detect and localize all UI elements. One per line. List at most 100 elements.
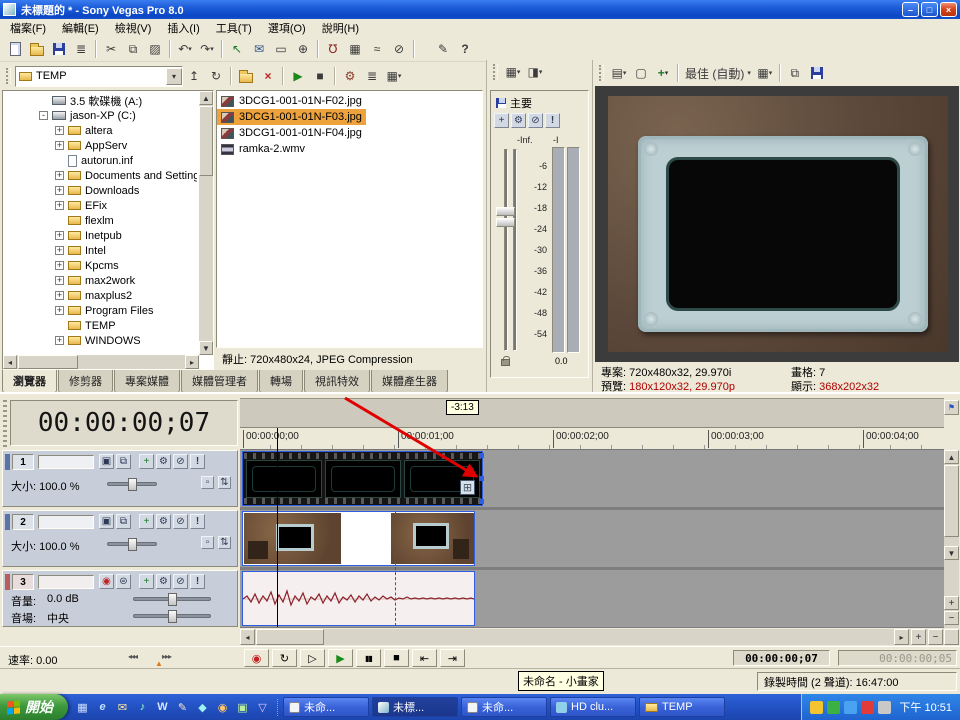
track-arrange-button[interactable]: ⇅	[218, 536, 231, 549]
zoom-in-time-button[interactable]: +	[911, 629, 926, 645]
marker-bar[interactable]	[240, 398, 944, 428]
start-preview-button[interactable]: ▶	[287, 66, 309, 87]
scroll-left-button[interactable]: ◂	[3, 355, 17, 369]
collapse-box[interactable]: -	[39, 111, 48, 120]
file-row[interactable]: 3DCG1-001-01N-F02.jpg	[217, 93, 366, 109]
mute-button[interactable]: ⊘	[528, 113, 543, 128]
menu-file[interactable]: 檔案(F)	[2, 18, 54, 38]
tree-item-folder[interactable]: +Program Files	[3, 303, 197, 318]
taskbar-button-paint-2[interactable]: 未命...	[461, 697, 547, 717]
project-properties-button[interactable]: ≣	[70, 39, 92, 60]
quantize-to-frames-button[interactable]: ▦	[344, 39, 366, 60]
tree-item-drive-a[interactable]: 3.5 軟碟機 (A:)	[3, 93, 197, 108]
marker-tool-button[interactable]: ⚑	[944, 400, 959, 415]
start-button[interactable]: 開始	[0, 694, 68, 720]
expand-box[interactable]: +	[55, 201, 64, 210]
panel-grip[interactable]	[6, 68, 11, 84]
track-fx-button[interactable]: ⚙	[156, 574, 171, 589]
tree-item-folder[interactable]: +EFix	[3, 198, 197, 213]
fader-groove-left[interactable]	[504, 149, 508, 351]
media-properties-button[interactable]: ≣	[361, 66, 383, 87]
address-combobox[interactable]: TEMP ▾	[15, 66, 183, 87]
menu-insert[interactable]: 插入(I)	[159, 18, 207, 38]
solo-button[interactable]: !	[545, 113, 560, 128]
redo-button[interactable]: ↷▾	[196, 39, 218, 60]
menu-tools[interactable]: 工具(T)	[208, 18, 260, 38]
stop-preview-button[interactable]: ■	[309, 66, 331, 87]
tray-icon-antivirus[interactable]	[827, 701, 840, 714]
record-button[interactable]: ◉	[244, 649, 269, 667]
play-button[interactable]: ▶	[328, 649, 353, 667]
new-folder-button[interactable]	[235, 66, 257, 87]
save-button[interactable]	[48, 39, 70, 60]
app-shortcut-icon[interactable]: ▽	[254, 699, 271, 716]
insert-fx-button[interactable]: ◨▾	[524, 62, 546, 83]
slider-handle[interactable]	[168, 610, 177, 623]
mute-button[interactable]: ⊘	[173, 514, 188, 529]
expand-box[interactable]: +	[55, 126, 64, 135]
app-shortcut-icon[interactable]: ▣	[234, 699, 251, 716]
tree-item-folder[interactable]: TEMP	[3, 318, 197, 333]
tree-item-folder[interactable]: +AppServ	[3, 138, 197, 153]
track-header-3[interactable]: 3 ◉ ⊜ + ⚙ ⊘ ! 音量: 0.0 dB 音場: 中央	[2, 570, 238, 627]
event-trim-handle[interactable]	[479, 499, 484, 504]
taskbar-button-temp-folder[interactable]: TEMP	[639, 697, 725, 717]
tree-item-folder[interactable]: +altera	[3, 123, 197, 138]
tray-icon-network[interactable]	[844, 701, 857, 714]
shuttle-left-icon[interactable]: ◂◂◂	[128, 652, 137, 661]
zoom-out-time-button[interactable]: −	[928, 629, 943, 645]
menu-edit[interactable]: 編輯(E)	[54, 18, 107, 38]
scroll-thumb[interactable]	[18, 355, 78, 369]
scroll-thumb[interactable]	[199, 106, 213, 176]
tree-item-folder[interactable]: +maxplus2	[3, 288, 197, 303]
tray-icon-ime[interactable]	[810, 701, 823, 714]
tray-icon-volume[interactable]	[878, 701, 891, 714]
word-icon[interactable]: W	[154, 699, 171, 716]
shuttle-marker-icon[interactable]: ▲	[155, 659, 163, 668]
tab-media-generators[interactable]: 媒體產生器	[371, 370, 448, 393]
go-to-start-button[interactable]: ⇤	[412, 649, 437, 667]
tree-item-folder[interactable]: +Intel	[3, 243, 197, 258]
mail-icon[interactable]: ✉	[114, 699, 131, 716]
expand-box[interactable]: +	[55, 291, 64, 300]
fader-groove-right[interactable]	[513, 149, 517, 351]
tree-item-folder[interactable]: +Documents and Setting	[3, 168, 197, 183]
tree-item-folder[interactable]: +Kpcms	[3, 258, 197, 273]
scroll-right-button[interactable]: ▸	[894, 629, 909, 645]
file-row-selected[interactable]: 3DCG1-001-01N-F03.jpg	[217, 109, 366, 125]
menu-help[interactable]: 說明(H)	[314, 18, 367, 38]
scroll-down-button[interactable]: ▼	[199, 341, 213, 355]
track-motion-button[interactable]: ▣	[99, 514, 114, 529]
expand-box[interactable]: +	[55, 231, 64, 240]
go-to-end-button[interactable]: ⇥	[440, 649, 465, 667]
firefox-icon[interactable]: ◉	[214, 699, 231, 716]
automation-button[interactable]: +	[139, 514, 154, 529]
event-trim-handle[interactable]	[479, 476, 484, 481]
track-header-2[interactable]: 2 ▣ ⧉ + ⚙ ⊘ ! 大小: 100.0 % ▫ ⇅	[2, 510, 238, 567]
paint-icon[interactable]: ✎	[174, 699, 191, 716]
copy-snapshot-button[interactable]: ⧉	[784, 63, 806, 84]
track-arrange-button[interactable]: ⇅	[218, 476, 231, 489]
expand-box[interactable]: +	[55, 171, 64, 180]
tree-vertical-scrollbar[interactable]: ▲ ▼	[199, 91, 213, 355]
slider-handle[interactable]	[168, 593, 177, 606]
expand-box[interactable]: +	[55, 246, 64, 255]
panel-grip[interactable]	[493, 64, 498, 80]
slider-handle[interactable]	[128, 538, 137, 551]
save-snapshot-button[interactable]	[806, 63, 828, 84]
taskbar-button-vegas[interactable]: 未標...	[372, 697, 458, 717]
fader-lock-icon[interactable]	[501, 359, 510, 366]
tree-item-file[interactable]: autorun.inf	[3, 153, 197, 168]
track-name-field[interactable]	[38, 515, 94, 529]
volume-slider[interactable]	[133, 597, 211, 601]
zoom-out-track-height-button[interactable]: −	[944, 611, 959, 625]
file-row[interactable]: ramka-2.wmv	[217, 141, 309, 157]
record-arm-button[interactable]: ◉	[99, 574, 114, 589]
solo-button[interactable]: !	[190, 514, 205, 529]
timecode-display[interactable]: 00:00:00;07	[10, 400, 238, 446]
scroll-down-button[interactable]: ▼	[944, 546, 959, 560]
expand-box[interactable]: +	[55, 141, 64, 150]
scroll-thumb[interactable]	[256, 629, 324, 645]
track-fx-button[interactable]: ⚙	[156, 454, 171, 469]
track-header-1[interactable]: 1 ▣ ⧉ + ⚙ ⊘ ! 大小: 100.0 % ▫ ⇅	[2, 450, 238, 507]
